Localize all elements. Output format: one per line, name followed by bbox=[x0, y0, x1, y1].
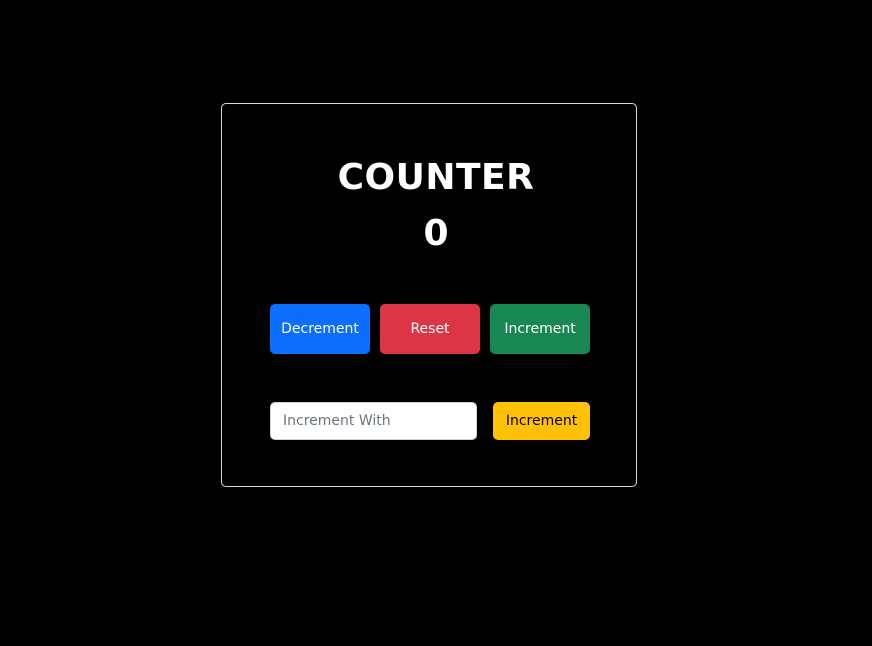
increment-with-button[interactable]: Increment bbox=[493, 402, 590, 440]
increment-with-input[interactable] bbox=[270, 402, 477, 440]
decrement-button[interactable]: Decrement bbox=[270, 304, 370, 354]
reset-button[interactable]: Reset bbox=[380, 304, 480, 354]
counter-title: COUNTER bbox=[337, 157, 535, 198]
increment-button[interactable]: Increment bbox=[490, 304, 590, 354]
counter-value: 0 bbox=[423, 213, 449, 254]
